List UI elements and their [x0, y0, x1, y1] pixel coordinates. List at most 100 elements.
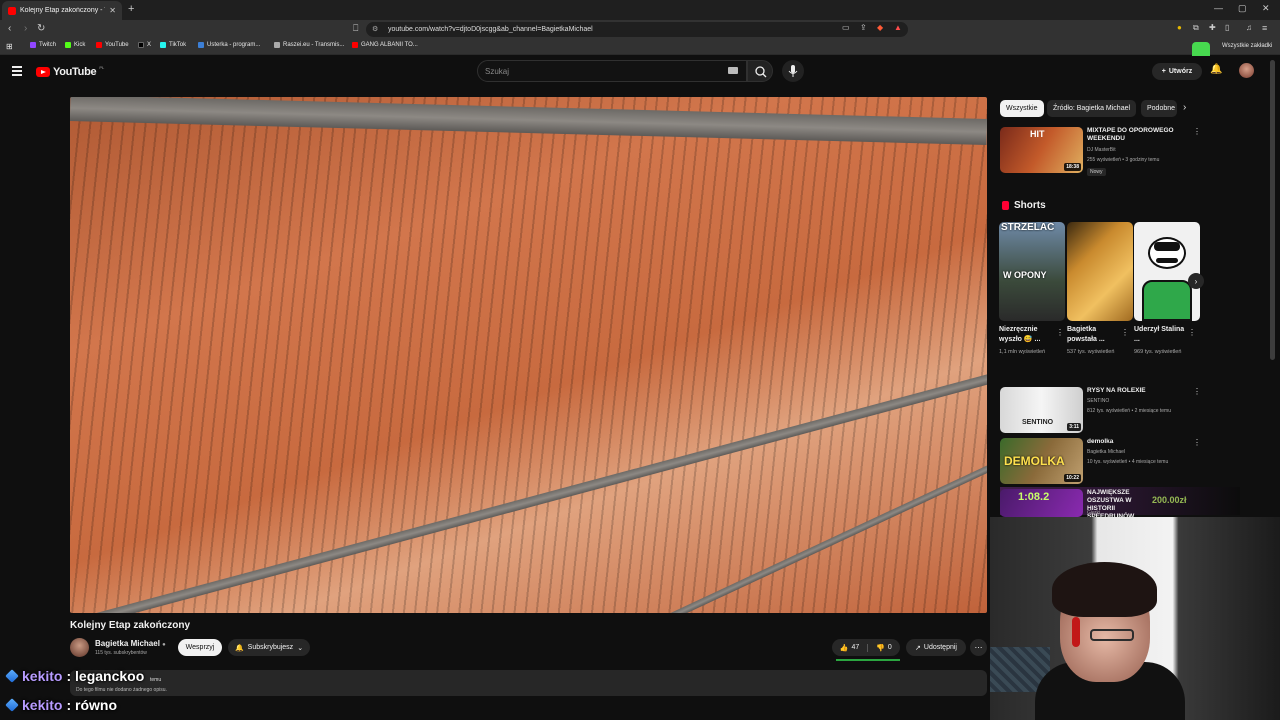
share-page-icon[interactable]: ⇪: [860, 23, 867, 32]
bookmark-icon[interactable]: ⎕: [353, 23, 358, 34]
chip-all[interactable]: Wszystkie: [1000, 100, 1044, 117]
window-close-icon[interactable]: ✕: [1262, 3, 1270, 14]
shorts-header: Shorts: [1002, 200, 1046, 211]
bookmark-tiktok[interactable]: TikTok: [160, 42, 186, 48]
headset-icon: [1072, 617, 1080, 647]
streamer-webcam: [990, 517, 1280, 720]
rewards-icon[interactable]: ▲: [894, 23, 902, 32]
bookmark-kick[interactable]: Kick: [65, 42, 85, 48]
more-options-icon[interactable]: ⋮: [1188, 328, 1196, 337]
keyboard-icon[interactable]: [728, 67, 738, 74]
short-title[interactable]: Bagietka powstała ...: [1067, 325, 1123, 345]
short-thumbnail[interactable]: [1134, 222, 1200, 321]
maximize-icon[interactable]: ▢: [1238, 3, 1247, 14]
video-player[interactable]: [70, 97, 987, 613]
brave-shield-icon[interactable]: ◆: [877, 23, 883, 32]
video-thumbnail[interactable]: DEMOLKA 10:22: [1000, 438, 1083, 484]
like-dislike-group: 👍 47 👎 0: [832, 639, 900, 656]
reload-icon[interactable]: ↻: [37, 23, 45, 34]
new-tab-icon[interactable]: +: [128, 3, 134, 15]
more-options-icon[interactable]: ⋮: [1121, 328, 1129, 337]
more-options-icon[interactable]: ⋮: [1193, 387, 1201, 396]
voice-search-button[interactable]: [782, 60, 804, 82]
search-input[interactable]: Szukaj: [477, 60, 747, 82]
all-bookmarks[interactable]: Wszystkie zakładki: [1222, 43, 1272, 49]
extension-icon[interactable]: ●: [1177, 23, 1182, 32]
streamer-hair: [1052, 562, 1157, 617]
create-button[interactable]: + Utwórz: [1152, 63, 1202, 80]
glasses: [1090, 629, 1134, 641]
chip-from-channel[interactable]: Źródło: Bagietka Michael: [1047, 100, 1137, 117]
more-options-icon[interactable]: ⋮: [1193, 438, 1201, 447]
short-title[interactable]: Uderzył Stalina ...: [1134, 325, 1190, 345]
related-video-title[interactable]: MIXTAPE DO OPOROWEGO WEEKENDU: [1087, 127, 1187, 143]
video-thumbnail[interactable]: 1:08.2: [1000, 489, 1083, 517]
region-code: PL: [99, 64, 105, 70]
related-video-title[interactable]: demolka: [1087, 438, 1187, 446]
video-thumbnail[interactable]: SENTINO 3:11: [1000, 387, 1083, 433]
menu-icon[interactable]: ≡: [1262, 23, 1267, 33]
x-icon: [138, 42, 144, 48]
youtube-play-icon: [36, 67, 50, 77]
minimize-icon[interactable]: —: [1214, 3, 1223, 13]
bookmark-gang-albanii[interactable]: GANG ALBANII TO...: [352, 42, 418, 48]
media-icon[interactable]: ♫: [1246, 23, 1252, 32]
chat-username: kekito: [22, 697, 63, 713]
cast-icon[interactable]: ▭: [842, 23, 850, 32]
chat-message: kekito : leganckoo: [5, 668, 144, 684]
twitch-icon: [30, 42, 36, 48]
chat-text: równo: [75, 697, 118, 713]
notifications-bell-icon[interactable]: 🔔: [1210, 64, 1222, 75]
like-button[interactable]: 👍 47: [832, 643, 868, 652]
channel-avatar[interactable]: [70, 638, 89, 657]
mortar-line: [496, 440, 987, 613]
more-options-icon[interactable]: ⋮: [1056, 328, 1064, 337]
related-video-title[interactable]: RYSY NA ROLEXIE: [1087, 387, 1187, 395]
short-views: 1,1 mln wyświetleń: [999, 349, 1046, 355]
mic-icon: [788, 65, 798, 77]
description-box[interactable]: [70, 670, 987, 696]
share-button[interactable]: ↗ Udostępnij: [906, 639, 966, 656]
youtube-logo[interactable]: YouTube PL: [36, 64, 105, 78]
close-tab-icon[interactable]: ✕: [109, 6, 116, 15]
short-views: 969 tys. wyświetleń: [1134, 349, 1182, 355]
forward-icon[interactable]: ›: [24, 23, 27, 34]
guide-menu-icon[interactable]: [12, 66, 22, 78]
back-icon[interactable]: ‹: [8, 23, 11, 34]
channel-name[interactable]: Bagietka Michael ●: [95, 639, 166, 648]
related-video-meta: 812 tys. wyświetleń • 2 miesiące temu: [1087, 408, 1172, 414]
short-thumbnail[interactable]: STRZELAĆ W OPONY: [999, 222, 1065, 321]
more-options-icon[interactable]: ⋮: [1193, 127, 1201, 136]
bookmark-x[interactable]: X: [138, 42, 151, 48]
subscribed-button[interactable]: 🔔 Subskrybujesz ⌄: [228, 639, 310, 656]
extensions-icon[interactable]: ⧉: [1193, 23, 1199, 33]
page-scrollbar[interactable]: [1270, 60, 1275, 360]
search-button[interactable]: [747, 60, 773, 82]
bookmark-twitch[interactable]: Twitch: [30, 42, 56, 48]
short-thumbnail[interactable]: [1067, 222, 1133, 321]
youtube-icon: [352, 42, 358, 48]
sidebar-toggle-icon[interactable]: ▯: [1225, 23, 1229, 32]
chevron-right-icon[interactable]: ›: [1183, 102, 1186, 113]
support-button[interactable]: Wesprzyj: [178, 639, 222, 656]
video-thumbnail[interactable]: HIT 18:38: [1000, 127, 1083, 173]
video-title: Kolejny Etap zakończony: [70, 620, 191, 631]
puzzle-icon[interactable]: ✚: [1209, 23, 1216, 32]
apps-grid-icon[interactable]: ⊞: [6, 42, 13, 51]
bookmark-usterka[interactable]: Usterka - program...: [198, 42, 260, 48]
bookmark-raszei[interactable]: Raszei.eu - Transmis...: [274, 42, 344, 48]
tiktok-icon: [160, 42, 166, 48]
dislike-button[interactable]: 👎 0: [868, 644, 900, 652]
bookmark-youtube[interactable]: YouTube: [96, 42, 129, 48]
browser-tab-active[interactable]: Kolejny Etap zakończony - YouTube ✕: [2, 1, 122, 20]
shorts-next-button[interactable]: ›: [1188, 273, 1204, 289]
promo-amount: 200.00zł: [1152, 495, 1187, 505]
site-info-icon[interactable]: ⚙: [372, 25, 378, 33]
account-avatar[interactable]: [1239, 63, 1254, 78]
chip-related[interactable]: Podobne: [1141, 100, 1177, 117]
description-text: Do tego filmu nie dodano żadnego opisu.: [76, 687, 167, 693]
short-title[interactable]: Niezręcznie wyszło 😅 ...: [999, 325, 1055, 345]
address-bar[interactable]: youtube.com/watch?v=djtoD0jscgg&ab_chann…: [366, 22, 908, 37]
short-views: 537 tys. wyświetleń: [1067, 349, 1115, 355]
more-actions-button[interactable]: ⋯: [970, 639, 987, 656]
